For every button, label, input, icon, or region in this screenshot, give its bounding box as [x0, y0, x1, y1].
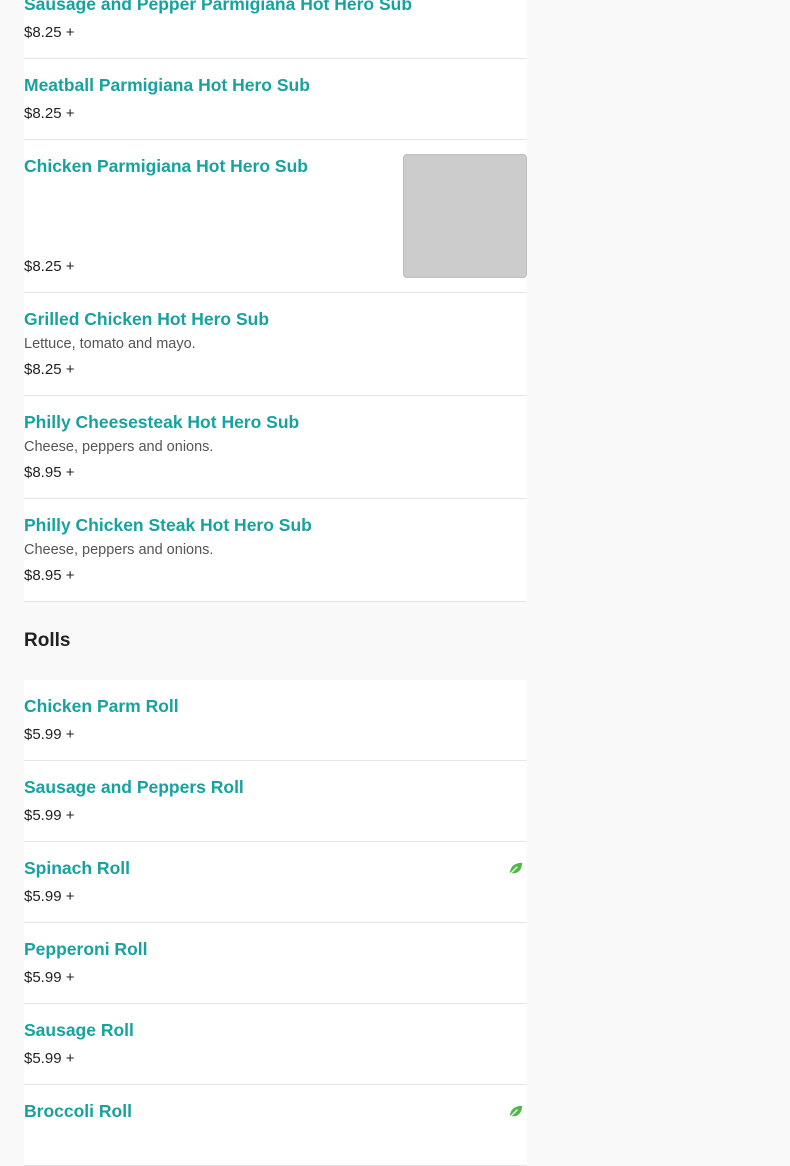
item-price: $8.95 +	[24, 567, 75, 584]
item-price: $5.99 +	[24, 1050, 75, 1067]
menu-item[interactable]: Sausage and Pepper Parmigiana Hot Hero S…	[24, 0, 527, 59]
item-name: Sausage and Peppers Roll	[24, 777, 244, 797]
item-price: $8.25 +	[24, 258, 75, 275]
menu-item[interactable]: Sausage and Peppers Roll $5.99 +	[24, 761, 527, 842]
item-name: Sausage Roll	[24, 1020, 134, 1040]
item-name: Spinach Roll	[24, 858, 130, 878]
menu-item[interactable]: Chicken Parmigiana Hot Hero Sub $8.25 +	[24, 140, 527, 293]
item-description: Lettuce, tomato and mayo.	[24, 336, 196, 352]
menu-item[interactable]: Broccoli Roll	[24, 1085, 527, 1166]
item-name: Sausage and Pepper Parmigiana Hot Hero S…	[24, 0, 413, 14]
item-name: Philly Cheesesteak Hot Hero Sub	[24, 412, 300, 432]
item-price: $8.25 +	[24, 105, 75, 122]
item-name: Meatball Parmigiana Hot Hero Sub	[24, 75, 310, 95]
item-price: $8.25 +	[24, 361, 75, 378]
section-title: Rolls	[24, 630, 71, 651]
item-price: $8.95 +	[24, 464, 75, 481]
item-description: Cheese, peppers and onions.	[24, 439, 214, 455]
menu-item[interactable]: Sausage Roll $5.99 +	[24, 1004, 527, 1085]
item-price: $5.99 +	[24, 888, 75, 905]
leaf-icon	[508, 1105, 523, 1119]
item-price: $5.99 +	[24, 726, 75, 743]
leaf-icon	[508, 862, 523, 876]
menu-item[interactable]: Chicken Parm Roll $5.99 +	[24, 680, 527, 761]
item-name: Chicken Parm Roll	[24, 696, 179, 716]
item-price: $5.99 +	[24, 807, 75, 824]
menu-item[interactable]: Grilled Chicken Hot Hero Sub Lettuce, to…	[24, 293, 527, 396]
menu-item[interactable]: Philly Chicken Steak Hot Hero Sub Cheese…	[24, 499, 527, 602]
menu-list: Sausage and Pepper Parmigiana Hot Hero S…	[24, 0, 527, 1166]
item-description: Cheese, peppers and onions.	[24, 542, 214, 558]
menu-item[interactable]: Spinach Roll $5.99 +	[24, 842, 527, 923]
item-name: Broccoli Roll	[24, 1101, 132, 1121]
item-price: $5.99 +	[24, 969, 75, 986]
item-image-placeholder[interactable]	[403, 154, 527, 278]
section-header: Rolls	[24, 602, 527, 680]
item-name: Philly Chicken Steak Hot Hero Sub	[24, 515, 312, 535]
menu-item[interactable]: Pepperoni Roll $5.99 +	[24, 923, 527, 1004]
item-name: Pepperoni Roll	[24, 939, 148, 959]
item-price: $8.25 +	[24, 24, 75, 41]
menu-item[interactable]: Philly Cheesesteak Hot Hero Sub Cheese, …	[24, 396, 527, 499]
menu-item[interactable]: Meatball Parmigiana Hot Hero Sub $8.25 +	[24, 59, 527, 140]
item-name: Grilled Chicken Hot Hero Sub	[24, 309, 270, 329]
